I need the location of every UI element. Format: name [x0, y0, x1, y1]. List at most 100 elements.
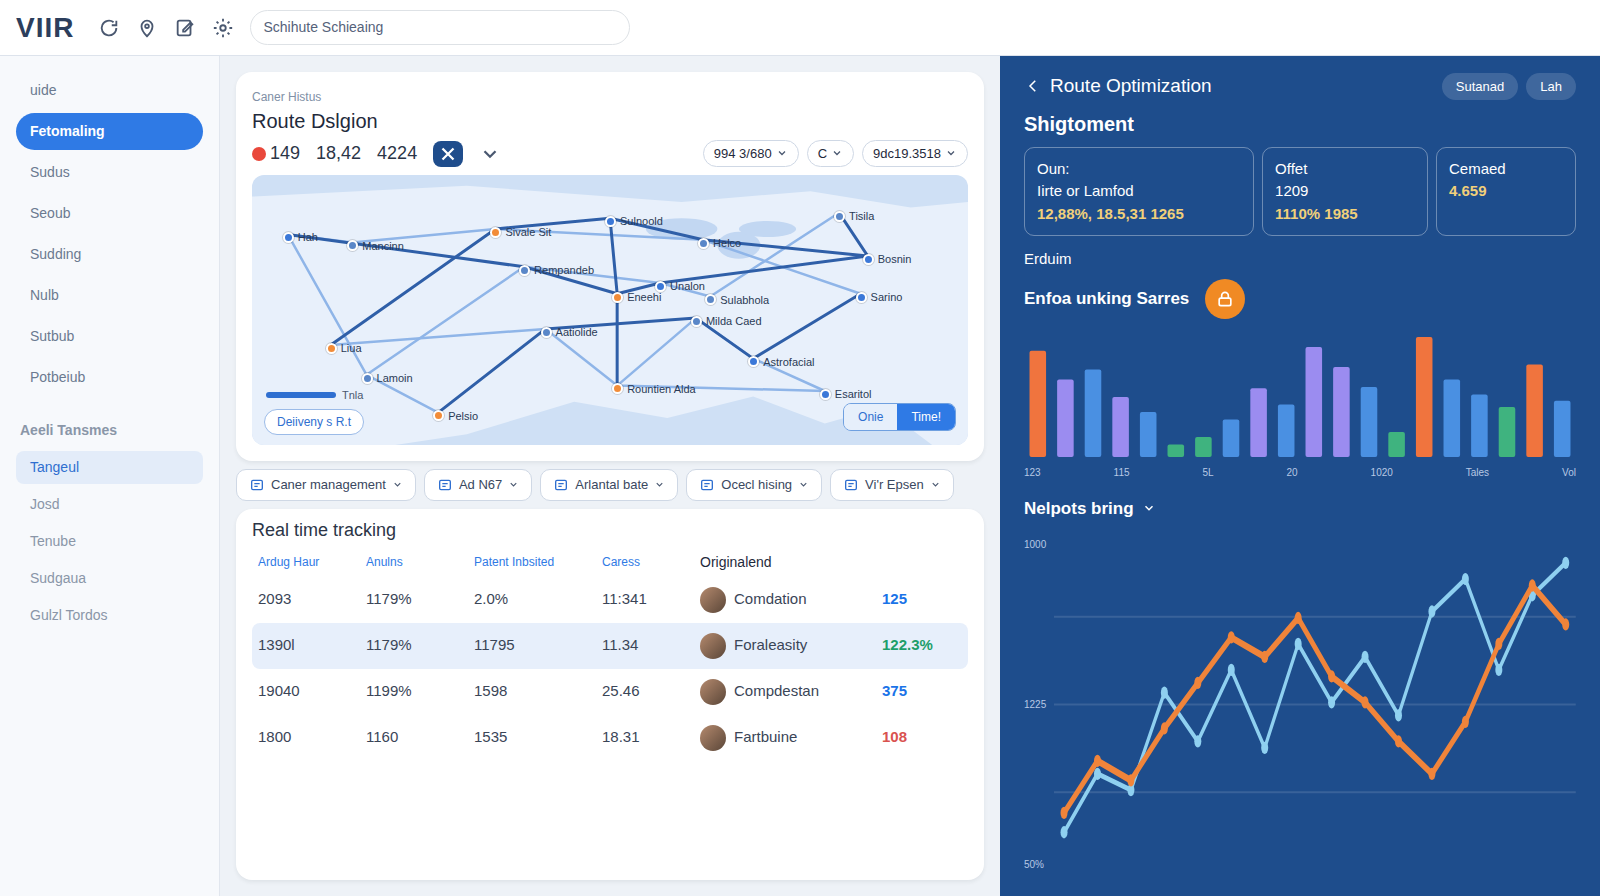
map-pin[interactable] [820, 389, 831, 400]
map-city[interactable]: Hah [283, 229, 318, 246]
bar[interactable] [1030, 350, 1047, 456]
map-pin[interactable] [705, 294, 716, 305]
map-pin[interactable] [856, 292, 867, 303]
data-point[interactable] [1462, 716, 1469, 728]
lock-icon[interactable] [1205, 279, 1245, 319]
sidebar-subitem[interactable]: Tangeul [16, 451, 203, 484]
bar[interactable] [1057, 379, 1074, 457]
sidebar-item[interactable]: Potbeiub [16, 359, 203, 396]
map-pin[interactable] [698, 238, 709, 249]
app-logo[interactable]: VIIR [16, 12, 74, 43]
map-city[interactable]: Tisila [834, 208, 874, 225]
kpi-card[interactable]: Offet12091110% 1985 [1262, 147, 1428, 237]
sidebar-subitem[interactable]: Sudgaua [16, 562, 203, 595]
data-point[interactable] [1228, 664, 1235, 676]
bar[interactable] [1085, 369, 1102, 457]
data-point[interactable] [1328, 670, 1335, 682]
search-field[interactable] [250, 10, 630, 45]
map-city[interactable]: Aatiolide [541, 324, 598, 341]
map-city[interactable]: Sulnoold [605, 213, 663, 230]
pin-icon[interactable] [136, 17, 158, 39]
data-point[interactable] [1261, 742, 1268, 754]
data-point[interactable] [1429, 768, 1436, 780]
filter-chip[interactable]: Vi'r Epsen [830, 469, 954, 501]
filter-chip[interactable]: Arlantal bate [540, 469, 678, 501]
sidebar-item[interactable]: Seoub [16, 195, 203, 232]
map-pin[interactable] [326, 343, 337, 354]
data-point[interactable] [1295, 638, 1302, 650]
sidebar-item[interactable]: Sudus [16, 154, 203, 191]
bar[interactable] [1168, 444, 1185, 457]
bar[interactable] [1278, 404, 1295, 457]
bar[interactable] [1306, 347, 1323, 457]
map-pin[interactable] [748, 356, 759, 367]
data-point[interactable] [1362, 696, 1369, 708]
column-header[interactable]: Patent Inbsited [468, 549, 588, 575]
map-pin[interactable] [834, 211, 845, 222]
sidebar-item[interactable]: Sutbub [16, 318, 203, 355]
bar[interactable] [1416, 337, 1433, 457]
data-point[interactable] [1261, 651, 1268, 663]
data-point[interactable] [1362, 651, 1369, 663]
map-pin[interactable] [362, 373, 373, 384]
map-city[interactable]: Milda Caed [691, 313, 762, 330]
filter-pill[interactable]: 994 3/680 [703, 140, 799, 168]
data-point[interactable] [1562, 557, 1569, 569]
table-row[interactable]: 190401199%159825.46Compdestan375 [252, 669, 968, 715]
map-city[interactable]: Sivale Sit [490, 224, 551, 241]
bar[interactable] [1554, 400, 1571, 456]
bar[interactable] [1195, 437, 1212, 457]
view-button[interactable]: Time! [897, 404, 955, 430]
map-city[interactable]: Unalon [655, 278, 705, 295]
bar[interactable] [1223, 419, 1240, 457]
filter-pill[interactable]: 9dc19.3518 [862, 140, 968, 168]
data-point[interactable] [1161, 687, 1168, 699]
sidebar-subitem[interactable]: Tenube [16, 525, 203, 558]
bar[interactable] [1444, 379, 1461, 457]
bar[interactable] [1140, 412, 1157, 457]
data-point[interactable] [1094, 768, 1101, 780]
route-map[interactable]: HahMancinnSivale SitRempandebSulnooldHel… [252, 175, 968, 445]
data-point[interactable] [1328, 696, 1335, 708]
sidebar-item[interactable]: Fetomaling [16, 113, 203, 150]
filter-chip[interactable]: Ocecl hising [686, 469, 822, 501]
data-point[interactable] [1228, 631, 1235, 643]
table-row[interactable]: 20931179%2.0%11:341Comdation125 [252, 577, 968, 623]
map-pin[interactable] [283, 232, 294, 243]
map-city[interactable]: Rountien Alda [612, 381, 696, 398]
data-point[interactable] [1195, 677, 1202, 689]
table-row[interactable]: 1390l1179%1179511.34Foraleasity122.3% [252, 623, 968, 669]
column-header[interactable]: Caress [596, 549, 686, 575]
dropdown-icon[interactable] [1142, 497, 1156, 519]
bar[interactable] [1499, 407, 1516, 457]
data-point[interactable] [1429, 605, 1436, 617]
data-point[interactable] [1562, 618, 1569, 630]
data-point[interactable] [1395, 735, 1402, 747]
view-button[interactable]: Onie [844, 404, 897, 430]
bar[interactable] [1250, 388, 1267, 457]
bar[interactable] [1112, 397, 1129, 457]
map-pin[interactable] [347, 240, 358, 251]
sidebar-item[interactable]: Sudding [16, 236, 203, 273]
sidebar-item[interactable]: Nulb [16, 277, 203, 314]
kpi-card[interactable]: Cemaed4.659 [1436, 147, 1576, 237]
column-header[interactable]: Ardug Haur [252, 549, 352, 575]
bar[interactable] [1471, 394, 1488, 457]
map-city[interactable]: Lamoin [362, 370, 413, 387]
filter-chip[interactable]: Caner management [236, 469, 416, 501]
data-point[interactable] [1395, 709, 1402, 721]
data-point[interactable] [1161, 722, 1168, 734]
bar[interactable] [1333, 367, 1350, 457]
map-pin[interactable] [691, 316, 702, 327]
map-pin[interactable] [655, 281, 666, 292]
data-point[interactable] [1496, 638, 1503, 650]
bar[interactable] [1388, 432, 1405, 457]
map-pin[interactable] [490, 227, 501, 238]
bar[interactable] [1526, 364, 1543, 457]
map-city[interactable]: Liua [326, 340, 362, 357]
column-header[interactable]: Anulns [360, 549, 460, 575]
map-pin[interactable] [612, 383, 623, 394]
map-pin[interactable] [433, 410, 444, 421]
map-city[interactable]: Bosnin [863, 251, 912, 268]
panel-action[interactable]: Lah [1526, 73, 1576, 101]
